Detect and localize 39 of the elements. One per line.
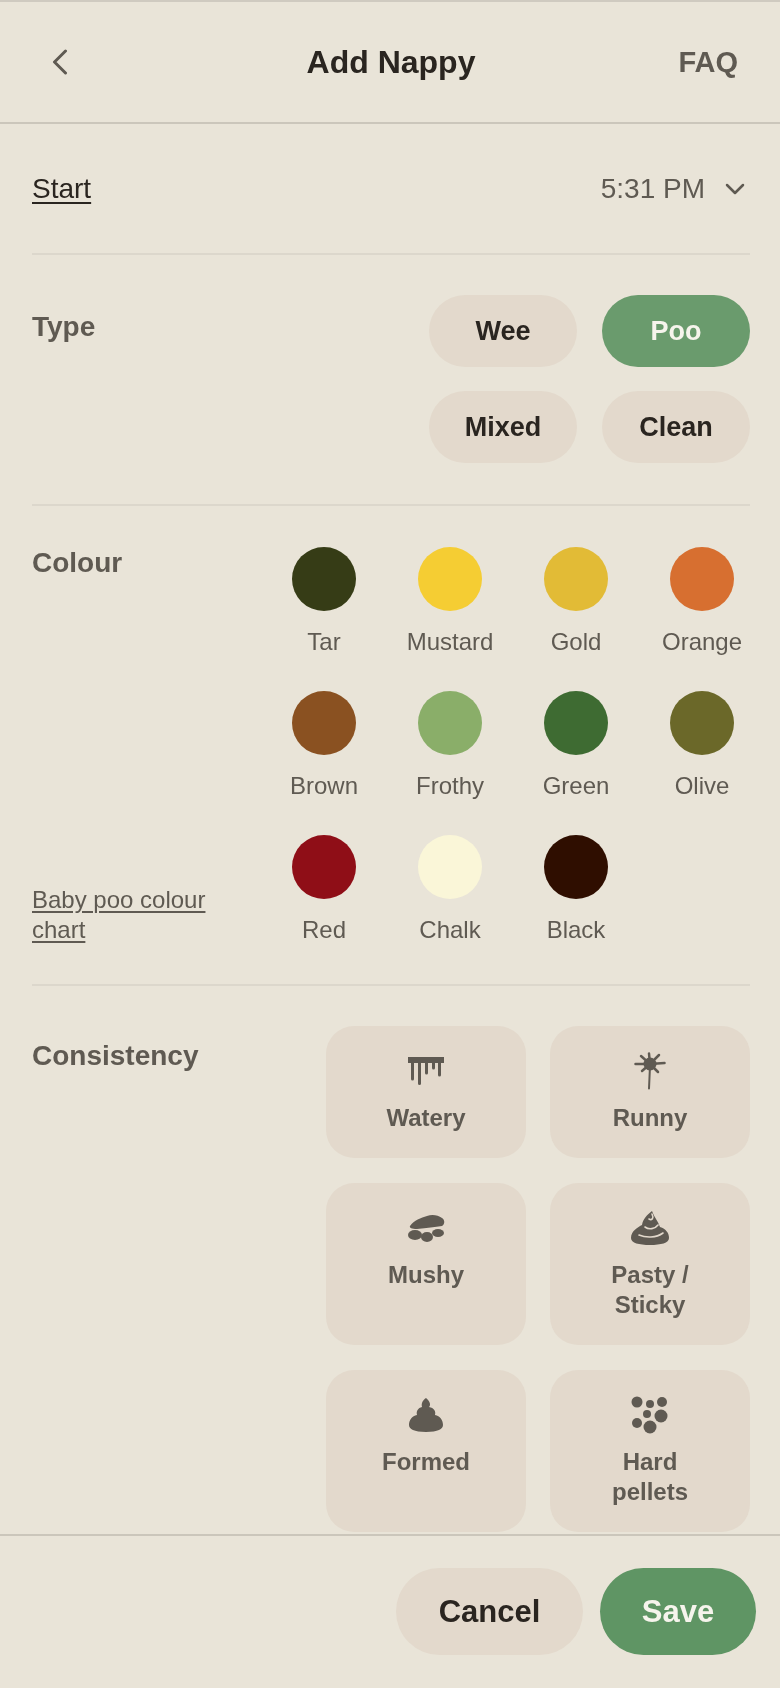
dots-icon (631, 1396, 669, 1434)
nappy-type-button[interactable]: Mixed (429, 391, 577, 463)
consistency-option[interactable]: Hard pellets (550, 1370, 750, 1532)
section-label: Consistency (32, 1040, 199, 1072)
section-label: Type (32, 311, 96, 343)
swirl-icon (630, 1211, 670, 1245)
save-button[interactable]: Save (600, 1568, 756, 1655)
back-icon (52, 49, 68, 75)
splat-icon (634, 1052, 666, 1090)
colour-name: Brown (290, 771, 358, 801)
section-label: Colour (32, 547, 123, 579)
colour-name: Gold (550, 627, 602, 657)
consistency-option[interactable]: Pasty / Sticky (550, 1183, 750, 1345)
colour-name: Olive (674, 771, 730, 801)
colour-chart-link[interactable]: Baby poo colour chart (32, 885, 237, 945)
cancel-button[interactable]: Cancel (396, 1568, 583, 1655)
consistency-option[interactable]: Runny (550, 1026, 750, 1158)
nappy-type-button[interactable]: Poo (602, 295, 750, 367)
colour-name: Frothy (416, 771, 484, 801)
consistency-option[interactable]: Mushy (326, 1183, 526, 1345)
colour-name: Tar (307, 627, 341, 657)
colour-name: Mustard (406, 627, 494, 657)
colour-name: Chalk (419, 915, 481, 945)
nappy-type-button[interactable]: Wee (429, 295, 577, 367)
start-label[interactable]: Start (32, 172, 92, 205)
colour-name: Orange (661, 627, 743, 657)
drip-icon (408, 1057, 444, 1085)
consistency-option[interactable]: Formed (326, 1370, 526, 1532)
colour-name: Red (302, 915, 346, 945)
poop-icon (408, 1398, 444, 1432)
colour-name: Black (546, 915, 606, 945)
time-dropdown[interactable]: 5:31 PM (600, 172, 750, 205)
colour-name: Green (542, 771, 610, 801)
chevron-down-icon (725, 182, 745, 195)
nappy-type-button[interactable]: Clean (602, 391, 750, 463)
faq-button[interactable]: FAQ (678, 45, 738, 79)
lumps-icon (407, 1214, 445, 1242)
page-title: Add Nappy (306, 43, 476, 81)
consistency-option[interactable]: Watery (326, 1026, 526, 1158)
